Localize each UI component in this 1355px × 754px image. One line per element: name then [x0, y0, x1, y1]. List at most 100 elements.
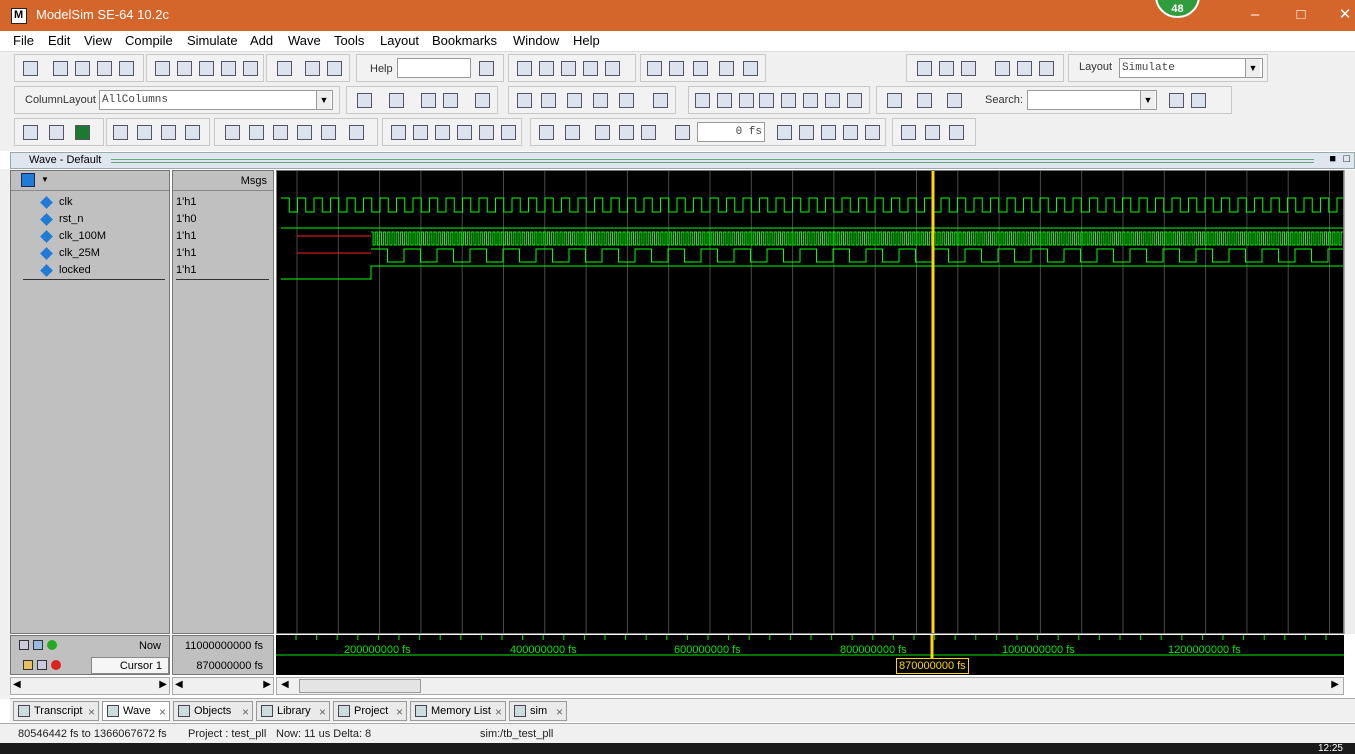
next-transition-icon[interactable] [803, 93, 818, 108]
zoom-cursor-icon[interactable] [457, 125, 472, 140]
tab-project[interactable]: Project × [333, 701, 407, 721]
style-4-icon[interactable] [185, 125, 200, 140]
menu-edit[interactable]: Edit [48, 33, 70, 48]
column-list-icon[interactable] [327, 61, 342, 76]
signal-row-clk-25m[interactable]: clk_25M [11, 245, 169, 262]
zoom-full-icon[interactable] [435, 125, 450, 140]
add-dataflow-icon[interactable] [443, 93, 458, 108]
display-icon[interactable] [33, 640, 43, 650]
step-over-icon[interactable] [939, 61, 954, 76]
menu-tools[interactable]: Tools [334, 33, 364, 48]
close-icon[interactable]: × [88, 705, 95, 719]
menu-bookmarks[interactable]: Bookmarks [432, 33, 497, 48]
menu-add[interactable]: Add [250, 33, 273, 48]
redo-icon[interactable] [243, 61, 258, 76]
find-next-edge-icon[interactable] [759, 93, 774, 108]
column-layout-dropdown-icon[interactable]: ▼ [316, 91, 331, 109]
edit-cursor-icon[interactable] [37, 660, 47, 670]
tab-sim[interactable]: sim × [509, 701, 567, 721]
menu-file[interactable]: File [13, 33, 34, 48]
scroll-right-icon[interactable]: ▶ [263, 679, 271, 690]
run-length-icon[interactable] [565, 125, 580, 140]
previous-transition-icon[interactable] [781, 93, 796, 108]
close-icon[interactable]: × [242, 705, 249, 719]
value-hscroll[interactable]: ◀ ▶ [172, 677, 274, 695]
add-schematic-icon[interactable] [475, 93, 490, 108]
left-arrow-icon[interactable] [619, 125, 634, 140]
close-icon[interactable]: × [319, 705, 326, 719]
radix-2-icon[interactable] [249, 125, 264, 140]
find-previous-edge-icon[interactable] [739, 93, 754, 108]
cut-icon[interactable] [155, 61, 170, 76]
lock-icon[interactable] [23, 660, 33, 670]
menu-simulate[interactable]: Simulate [187, 33, 238, 48]
tab-memory-list[interactable]: Memory List × [410, 701, 506, 721]
move-icon[interactable] [567, 93, 582, 108]
waveform-pane[interactable] [276, 170, 1344, 634]
memory-icon[interactable] [719, 61, 734, 76]
collapse-icon[interactable] [917, 93, 932, 108]
cursor-label-box[interactable]: Cursor 1 [91, 657, 169, 674]
name-column-header[interactable]: ▼ [11, 171, 169, 191]
clear-icon[interactable] [743, 61, 758, 76]
insert-cursor-icon[interactable] [695, 93, 710, 108]
copy-icon[interactable] [177, 61, 192, 76]
rising-edge-icon[interactable] [847, 93, 862, 108]
signal-row-rst-n[interactable]: rst_n [11, 211, 169, 228]
scroll-thumb[interactable] [299, 679, 421, 693]
close-icon[interactable]: ✕ [1330, 5, 1355, 25]
layout-dropdown-icon[interactable]: ▼ [1245, 59, 1260, 77]
scroll-right-icon[interactable]: ▶ [159, 679, 167, 690]
maximize-pane-icon[interactable]: □ [1343, 153, 1350, 165]
scroll-left-icon[interactable]: ◀ [13, 679, 21, 690]
undo-icon[interactable] [221, 61, 236, 76]
pen-icon[interactable] [349, 125, 364, 140]
search-options-icon[interactable] [1191, 93, 1206, 108]
column-layout-select[interactable]: AllColumns [99, 90, 333, 110]
menu-window[interactable]: Window [513, 33, 559, 48]
search-input[interactable] [1027, 90, 1157, 110]
toggle-icon[interactable] [19, 640, 29, 650]
paste-icon[interactable] [199, 61, 214, 76]
tab-objects[interactable]: Objects × [173, 701, 253, 721]
notification-badge[interactable]: 48 [1155, 0, 1200, 18]
menu-view[interactable]: View [84, 33, 112, 48]
undock-icon[interactable]: ■ [1329, 153, 1336, 165]
run-time-input[interactable]: 0 fs [697, 122, 765, 142]
zoom-last-icon[interactable] [501, 125, 516, 140]
step-into-icon[interactable] [917, 61, 932, 76]
falling-edge-icon[interactable] [825, 93, 840, 108]
menu-wave[interactable]: Wave [288, 33, 321, 48]
delete-cursor-icon[interactable] [51, 660, 61, 670]
name-hscroll[interactable]: ◀ ▶ [10, 677, 170, 695]
step-out-current-icon[interactable] [1039, 61, 1054, 76]
close-icon[interactable]: × [396, 705, 403, 719]
step-into-current-icon[interactable] [995, 61, 1010, 76]
time-ruler[interactable]: 200000000 fs 400000000 fs 600000000 fs 8… [276, 635, 1344, 675]
delete-cursor-icon[interactable] [717, 93, 732, 108]
signal-row-locked[interactable]: locked [11, 262, 169, 279]
search-dropdown-icon[interactable]: ▼ [1140, 91, 1155, 109]
style-3-icon[interactable] [161, 125, 176, 140]
tab-library[interactable]: Library × [256, 701, 330, 721]
simulate-icon[interactable] [561, 61, 576, 76]
compile-icon[interactable] [277, 61, 292, 76]
drag-handle[interactable] [111, 159, 1314, 163]
close-icon[interactable]: × [159, 705, 166, 719]
radix-1-icon[interactable] [225, 125, 240, 140]
event-format-icon[interactable] [75, 125, 90, 140]
chevron-down-icon[interactable]: ▼ [41, 175, 49, 184]
waveform-canvas[interactable] [277, 171, 1343, 633]
print-icon[interactable] [119, 61, 134, 76]
literal-format-icon[interactable] [23, 125, 38, 140]
remove-breakpoints-icon[interactable] [669, 61, 684, 76]
close-icon[interactable]: × [495, 705, 502, 719]
expand-icon[interactable] [887, 93, 902, 108]
stop-icon[interactable] [865, 125, 880, 140]
signal-row-clk-100m[interactable]: clk_100M [11, 228, 169, 245]
scroll-right-icon[interactable]: ▶ [1331, 679, 1339, 690]
radix-all-icon[interactable] [321, 125, 336, 140]
continue-icon[interactable] [799, 125, 814, 140]
step-out-icon[interactable] [961, 61, 976, 76]
scroll-left-icon[interactable]: ◀ [175, 679, 183, 690]
